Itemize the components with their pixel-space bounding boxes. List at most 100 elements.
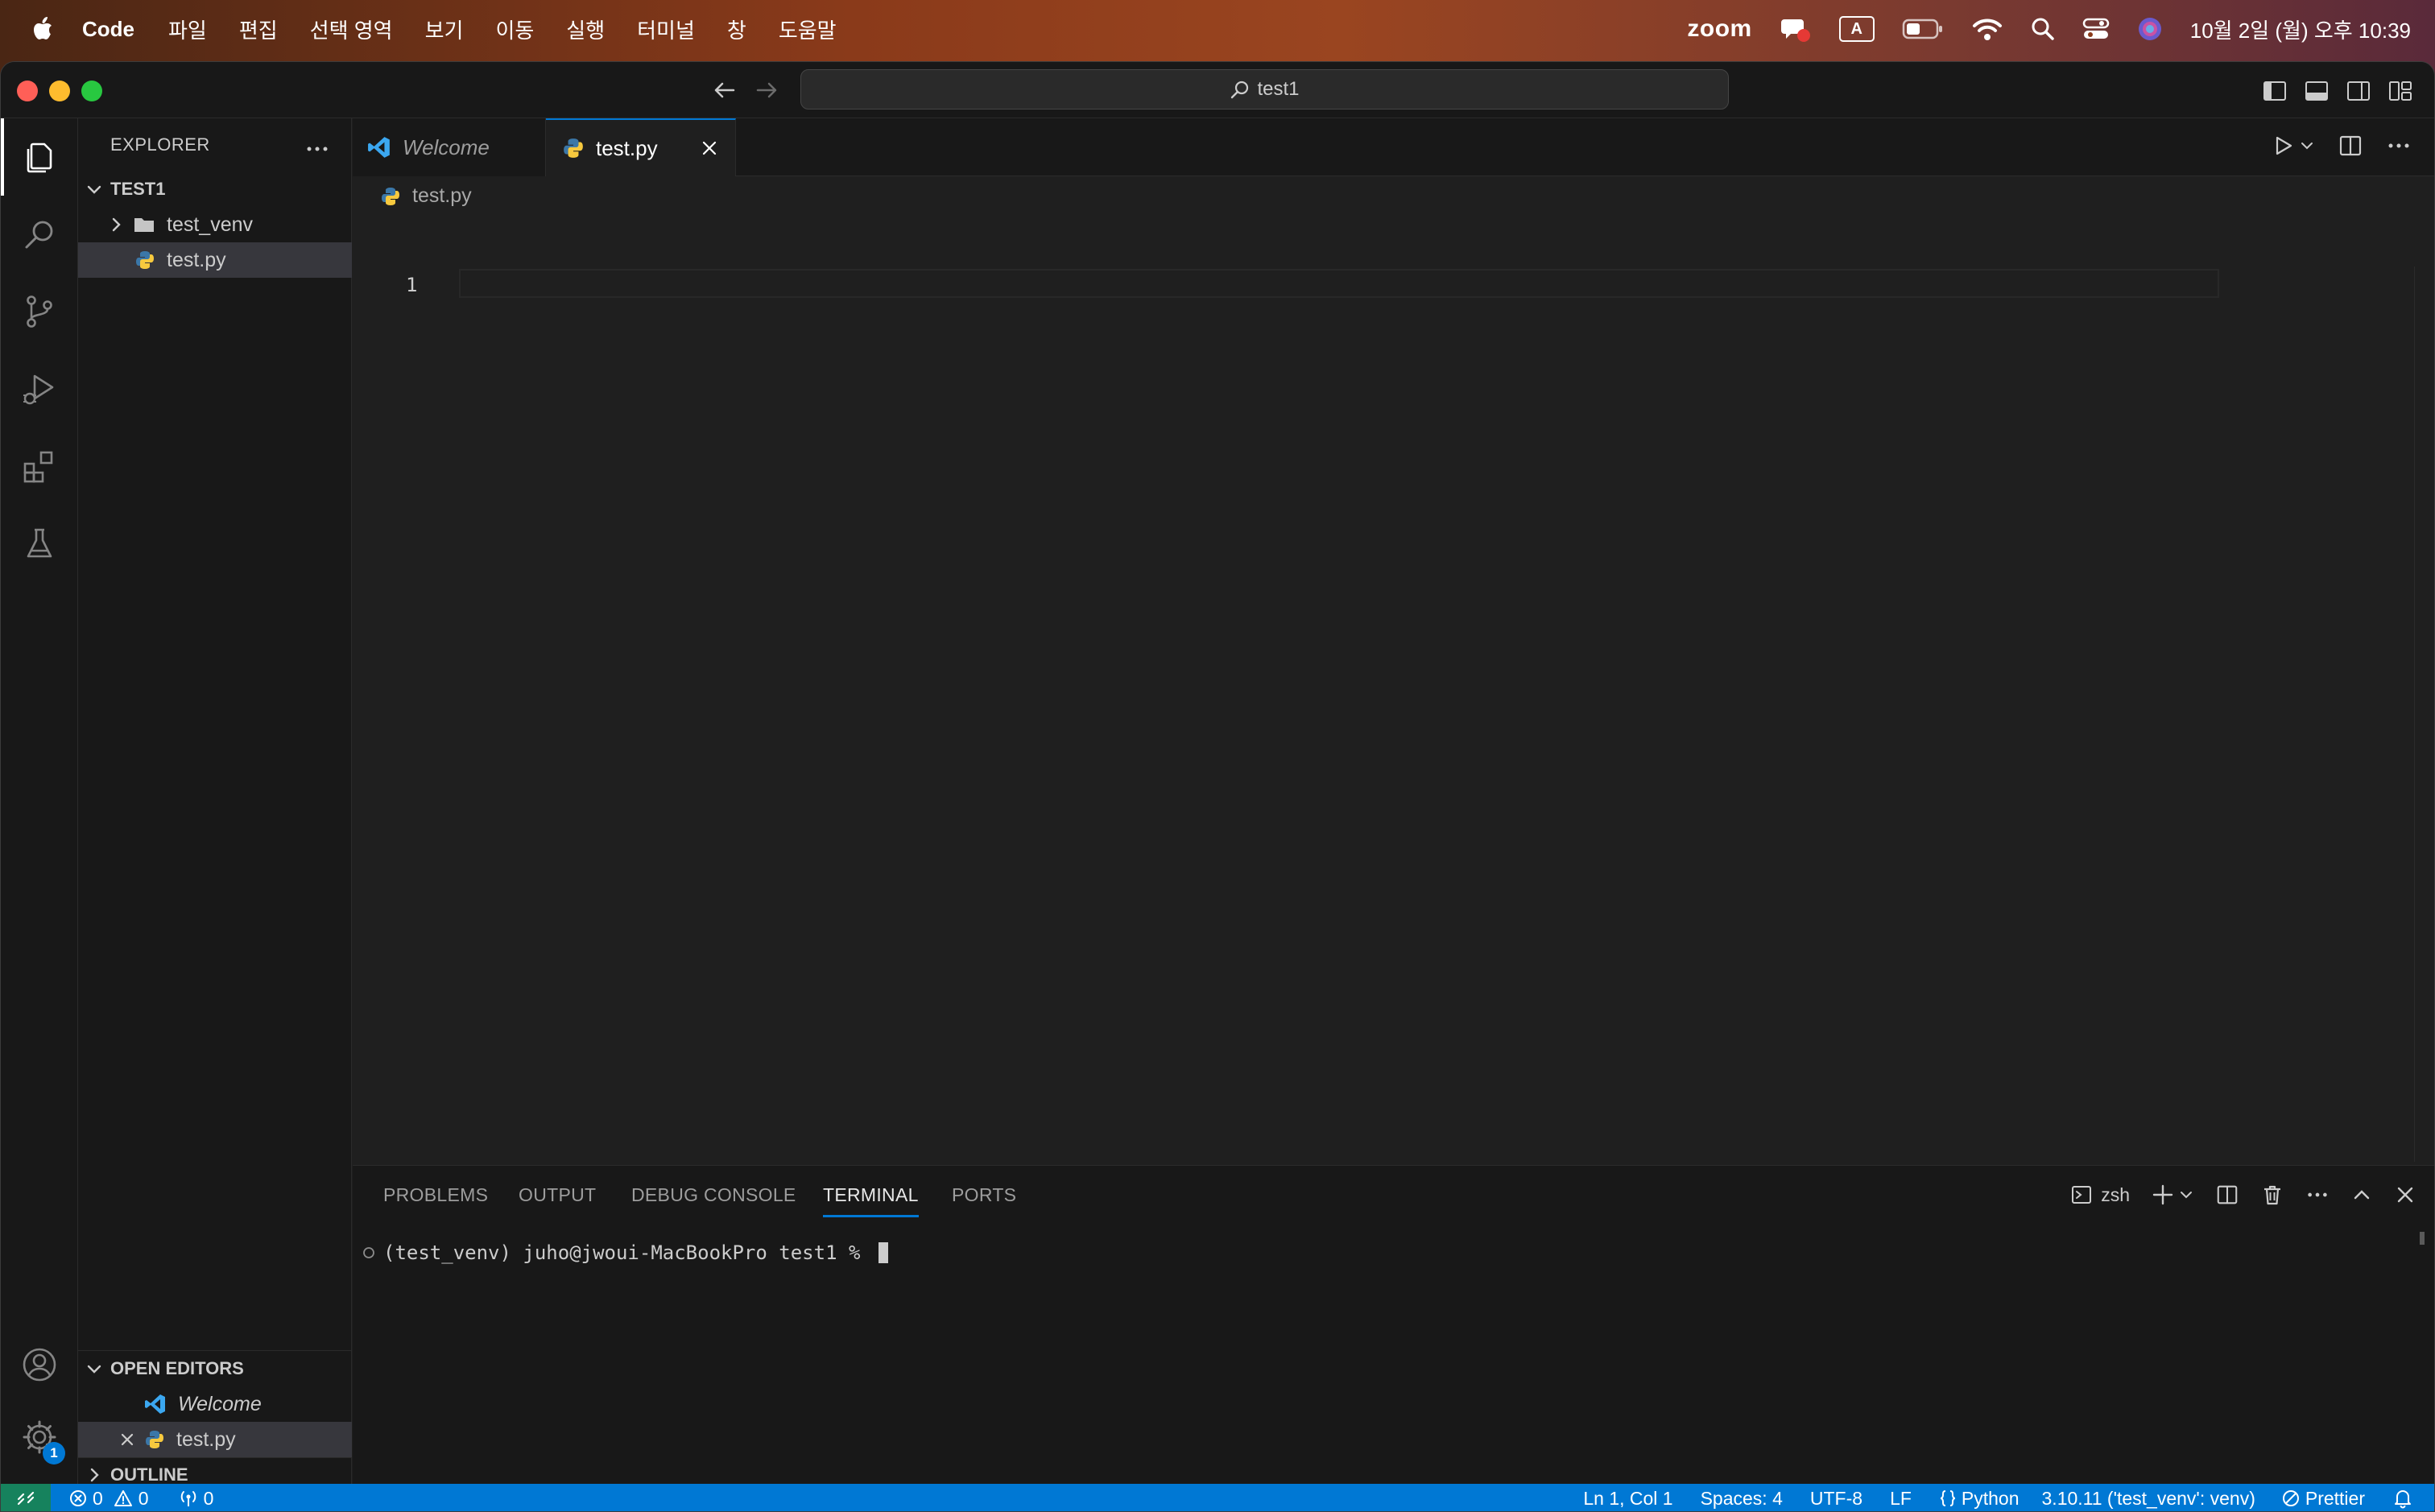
panel-actions: zsh <box>2049 1166 2416 1224</box>
menu-go[interactable]: 이동 <box>495 14 534 44</box>
tree-item-test-venv[interactable]: test_venv <box>78 207 352 242</box>
braces-icon <box>1940 1490 1956 1506</box>
prettier-status[interactable]: Prettier <box>2281 1488 2365 1510</box>
tab-terminal[interactable]: TERMINAL <box>823 1166 919 1224</box>
toggle-secondary-sidebar-icon[interactable] <box>2346 78 2371 104</box>
split-editor-icon[interactable] <box>2338 133 2363 159</box>
indentation-status[interactable]: Spaces: 4 <box>1701 1488 1783 1510</box>
ports-status[interactable]: 0 <box>178 1487 214 1510</box>
activity-run-debug[interactable] <box>1 350 78 428</box>
split-terminal-icon[interactable] <box>2215 1183 2239 1207</box>
language-mode[interactable]: Python <box>1939 1488 2020 1510</box>
prettier-disabled-icon <box>2282 1490 2299 1506</box>
close-panel-icon[interactable] <box>2394 1184 2416 1206</box>
close-icon[interactable] <box>700 138 719 158</box>
tree-item-test-py[interactable]: test.py <box>78 242 352 278</box>
trash-icon[interactable] <box>2260 1183 2284 1207</box>
status-bar: 0 0 0 Ln 1, Col 1 Spaces: 4 UTF-8 LF Pyt… <box>1 1484 2434 1511</box>
vscode-logo-icon <box>368 137 390 158</box>
activity-testing[interactable] <box>1 505 78 582</box>
shell-name: zsh <box>2101 1184 2130 1205</box>
open-editor-welcome[interactable]: Welcome <box>78 1386 352 1422</box>
tab-output[interactable]: OUTPUT <box>519 1166 596 1224</box>
tab-label: Welcome <box>403 134 490 159</box>
vscode-logo-icon <box>145 1394 165 1414</box>
activity-source-control[interactable] <box>1 273 78 350</box>
maximize-panel-icon[interactable] <box>2350 1184 2373 1206</box>
apple-icon[interactable] <box>27 13 60 45</box>
open-editor-label: Welcome <box>178 1392 262 1415</box>
open-editor-label: test.py <box>176 1427 236 1451</box>
new-terminal-icon[interactable] <box>2151 1183 2175 1207</box>
open-editor-test-py[interactable]: test.py <box>78 1422 352 1457</box>
terminal-output[interactable]: (test_venv) juho@jwoui-MacBookPro test1 … <box>362 1241 888 1264</box>
python-file-icon <box>382 187 399 205</box>
notifications-button[interactable] <box>2392 1488 2418 1509</box>
more-actions-icon[interactable] <box>2305 1183 2330 1207</box>
menu-edit[interactable]: 편집 <box>239 14 278 44</box>
prettier-label: Prettier <box>2305 1487 2365 1509</box>
terminal-shell-selector[interactable]: zsh <box>2070 1184 2130 1206</box>
workspace-folder-header[interactable]: TEST1 <box>78 171 352 207</box>
input-source-icon[interactable]: A <box>1838 16 1875 42</box>
open-editors-header[interactable]: OPEN EDITORS <box>78 1351 352 1386</box>
tab-test-py[interactable]: test.py <box>546 118 736 176</box>
spotlight-search-icon[interactable] <box>2031 17 2055 41</box>
tab-ports[interactable]: PORTS <box>952 1166 1016 1224</box>
customize-layout-icon[interactable] <box>2387 78 2413 104</box>
zoom-status-item[interactable]: zoom <box>1687 15 1751 43</box>
remote-indicator[interactable] <box>1 1484 51 1511</box>
ports-count: 0 <box>203 1487 214 1509</box>
go-back-icon[interactable] <box>711 76 738 104</box>
window-zoom-button[interactable] <box>81 81 102 101</box>
toggle-primary-sidebar-icon[interactable] <box>2262 78 2288 104</box>
activity-search[interactable] <box>1 196 78 273</box>
menu-help[interactable]: 도움말 <box>779 14 837 44</box>
tab-welcome[interactable]: Welcome <box>353 118 546 176</box>
menu-run[interactable]: 실행 <box>566 14 605 44</box>
menu-terminal[interactable]: 터미널 <box>637 14 695 44</box>
run-python-file-icon[interactable] <box>2270 133 2296 159</box>
wifi-icon[interactable] <box>1971 16 2003 42</box>
python-interpreter[interactable]: 3.10.11 ('test_venv': venv) <box>2042 1488 2255 1510</box>
tab-problems[interactable]: PROBLEMS <box>383 1166 488 1224</box>
terminal-cursor <box>878 1242 888 1263</box>
command-center-search[interactable]: test1 <box>800 69 1729 109</box>
close-icon[interactable] <box>118 1431 136 1448</box>
activity-explorer[interactable] <box>1 118 78 196</box>
menu-view[interactable]: 보기 <box>425 14 464 44</box>
control-center-icon[interactable] <box>2082 17 2110 41</box>
tree-item-label: test.py <box>167 248 226 271</box>
terminal-scrollbar[interactable] <box>2420 1232 2425 1245</box>
activity-extensions[interactable] <box>1 428 78 505</box>
clock-datetime[interactable]: 10월 2일 (월) 오후 10:39 <box>2190 14 2411 44</box>
activity-manage[interactable]: 1 <box>1 1398 78 1476</box>
error-count: 0 <box>93 1487 103 1509</box>
eol-status[interactable]: LF <box>1890 1488 1912 1510</box>
more-actions-icon[interactable] <box>304 136 330 162</box>
encoding-status[interactable]: UTF-8 <box>1810 1488 1862 1510</box>
go-forward-icon[interactable] <box>753 76 780 104</box>
activity-accounts[interactable] <box>1 1326 78 1403</box>
chat-notification-icon[interactable] <box>1780 13 1812 45</box>
breadcrumb-file[interactable]: test.py <box>412 184 472 208</box>
chevron-down-icon[interactable] <box>2299 138 2315 154</box>
code-editor[interactable]: test.py 1 <box>353 176 2434 1165</box>
broadcast-icon <box>180 1491 196 1506</box>
warning-icon <box>114 1490 132 1506</box>
chevron-down-icon[interactable] <box>2178 1187 2194 1203</box>
more-actions-icon[interactable] <box>2386 133 2412 159</box>
battery-icon[interactable] <box>1902 17 1944 41</box>
cursor-position[interactable]: Ln 1, Col 1 <box>1583 1488 1672 1510</box>
siri-icon[interactable] <box>2137 16 2163 42</box>
menu-window[interactable]: 창 <box>727 14 746 44</box>
error-icon <box>70 1490 86 1506</box>
toggle-panel-icon[interactable] <box>2304 78 2330 104</box>
tab-debug-console[interactable]: DEBUG CONSOLE <box>631 1166 796 1224</box>
window-minimize-button[interactable] <box>49 81 70 101</box>
app-menu-code[interactable]: Code <box>82 17 134 42</box>
menu-selection[interactable]: 선택 영역 <box>310 14 393 44</box>
menu-file[interactable]: 파일 <box>168 14 207 44</box>
problems-status[interactable]: 0 0 <box>68 1488 149 1510</box>
window-close-button[interactable] <box>17 81 38 101</box>
